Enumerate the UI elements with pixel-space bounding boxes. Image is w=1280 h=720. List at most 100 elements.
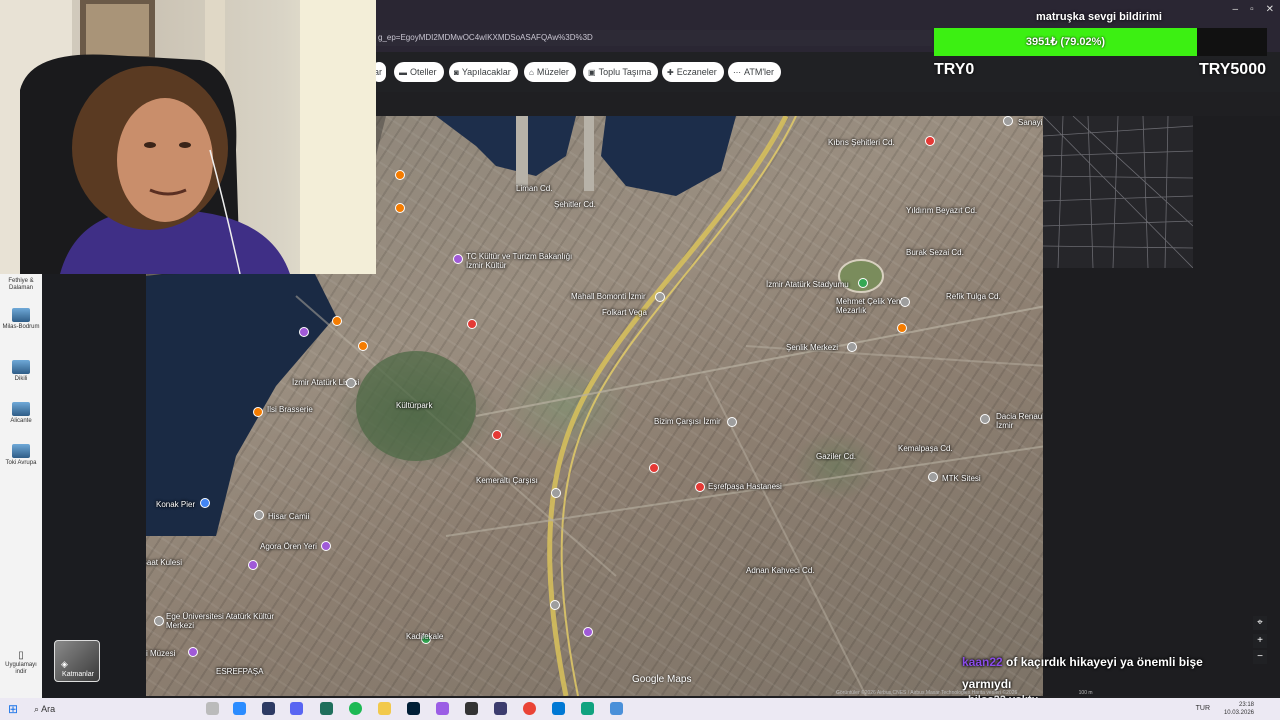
restaurant-pin-icon[interactable] (395, 170, 405, 180)
saved-place-item[interactable]: Toki Avrupa (2, 444, 40, 467)
chip-pharmacies[interactable]: ✚ Eczaneler (662, 62, 724, 82)
donation-goal-title: matruşka sevgi bildirimi (1036, 11, 1162, 23)
place-pin-icon[interactable] (1003, 116, 1013, 126)
chip-transit[interactable]: ▣ Toplu Taşıma (583, 62, 659, 82)
zoom-out-button[interactable]: − (1253, 650, 1267, 664)
street-lines-minimap (1043, 116, 1193, 268)
school-pin-icon[interactable] (346, 378, 356, 388)
saved-place-item[interactable]: Alicante (2, 402, 40, 425)
museum-pin-icon[interactable] (453, 254, 463, 264)
hospital-pin-icon[interactable] (467, 319, 477, 329)
map-label: Mehmet Çelik Yeni Mezarlık (836, 297, 903, 315)
discord-icon[interactable] (290, 702, 303, 715)
window-controls: – ▫ ✕ (1233, 4, 1275, 15)
app-icon[interactable] (465, 702, 478, 715)
saved-places-strip: Fethiye & Dalaman Milas-Bodrum Dikili Al… (0, 274, 42, 698)
layers-button[interactable]: ◈ Katmanlar (54, 640, 100, 682)
zoom-in-button[interactable]: + (1253, 634, 1267, 648)
file-explorer-icon[interactable] (378, 702, 391, 715)
app-icon[interactable] (262, 702, 275, 715)
map-label: Bizim Çarşısı İzmir (654, 417, 721, 426)
mosque-pin-icon[interactable] (254, 510, 264, 520)
car-service-pin-icon[interactable] (980, 414, 990, 424)
museum-pin-icon[interactable] (583, 627, 593, 637)
edge-icon[interactable] (233, 702, 246, 715)
windows-start-icon[interactable]: ⊞ (8, 702, 22, 716)
restaurant-pin-icon[interactable] (897, 323, 907, 333)
stadium-pin-icon[interactable] (858, 278, 868, 288)
app-icon[interactable] (436, 702, 449, 715)
layers-icon: ◈ (61, 659, 68, 669)
school-pin-icon[interactable] (154, 616, 164, 626)
map-label: Kültürpark (396, 401, 433, 410)
shopping-pin-icon[interactable] (551, 488, 561, 498)
spotify-icon[interactable] (349, 702, 362, 715)
app-icon[interactable] (494, 702, 507, 715)
search-icon: ⌕ (34, 704, 40, 714)
chip-museums[interactable]: ⌂ Müzeler (524, 62, 576, 82)
app-icon[interactable] (552, 702, 565, 715)
place-pin-icon[interactable] (550, 600, 560, 610)
minimize-button[interactable]: – (1233, 4, 1239, 15)
museum-pin-icon[interactable] (188, 647, 198, 657)
place-pin-icon[interactable] (847, 342, 857, 352)
hospital-pin-icon[interactable] (649, 463, 659, 473)
chip-atms[interactable]: ⋯ ATM'ler (728, 62, 782, 82)
map-label: İzmir Saat Kulesi (146, 558, 183, 567)
map-label: Ege Üniversitesi Atatürk Kültür Merkezi (166, 612, 275, 630)
map-label: Liman Cd. (516, 184, 553, 193)
task-view-icon[interactable] (206, 702, 219, 715)
app-icon[interactable] (581, 702, 594, 715)
chat-message: kaan22 of kaçırdık hikayeyi ya önemli bi… (962, 651, 1252, 695)
restaurant-pin-icon[interactable] (395, 203, 405, 213)
bed-icon: ▬ (399, 67, 407, 77)
shopping-pin-icon[interactable] (727, 417, 737, 427)
restaurant-pin-icon[interactable] (332, 316, 342, 326)
landmark-pin-icon[interactable] (248, 560, 258, 570)
google-maps-watermark: Google Maps (632, 674, 692, 685)
chip-things-to-do[interactable]: ◙ Yapılacaklar (449, 62, 518, 82)
hospital-pin-icon[interactable] (492, 430, 502, 440)
ferry-pin-icon[interactable] (200, 498, 210, 508)
place-pin-icon[interactable] (900, 297, 910, 307)
desktop: g_ep=EgoyMDI2MDMwOC4wIKXMDSoASAFQAw%3D%3… (0, 0, 1280, 698)
transit-icon: ▣ (588, 67, 596, 77)
donation-progress-bar: 3951₺ (79.02%) (934, 28, 1267, 56)
chip-hotels[interactable]: ▬ Oteller (394, 62, 444, 82)
map-label: Kıbrıs Şehitleri Cd. (828, 138, 895, 147)
shopping-pin-icon[interactable] (655, 292, 665, 302)
my-location-button[interactable]: ⌖ (1253, 616, 1267, 630)
map-attribution: Görüntüler ©2026 Airbus,CNES / Airbus,Ma… (836, 690, 1093, 696)
museum-pin-icon[interactable] (321, 541, 331, 551)
restaurant-pin-icon[interactable] (358, 341, 368, 351)
close-button[interactable]: ✕ (1266, 4, 1274, 15)
address-bar[interactable]: g_ep=EgoyMDI2MDMwOC4wIKXMDSoASAFQAw%3D%3… (376, 30, 932, 46)
hospital-pin-icon[interactable] (695, 482, 705, 492)
place-thumbnail (12, 308, 30, 322)
map-label: Refik Tulga Cd. (946, 292, 1001, 301)
restaurant-pin-icon[interactable] (253, 407, 263, 417)
saved-place-item[interactable]: Fethiye & Dalaman (2, 278, 40, 292)
map-label: İzmir Atatürk Stadyumu (766, 280, 849, 289)
saved-place-item[interactable]: Milas-Bodrum (2, 308, 40, 331)
place-thumbnail (12, 360, 30, 374)
system-clock[interactable]: 23:18 10.03.2026 (1224, 701, 1254, 717)
map-label: ESREFPAŞA (216, 667, 264, 676)
download-app-button[interactable]: ▯ Uygulamayı indir (2, 650, 40, 676)
map-label: Eşrefpaşa Hastanesi (708, 482, 782, 491)
donation-target-amount: TRY5000 (1199, 61, 1266, 78)
taskbar-search[interactable]: ⌕ Ara (34, 701, 194, 717)
phone-icon: ▯ (18, 650, 24, 661)
museum-pin-icon[interactable] (299, 327, 309, 337)
place-thumbnail (12, 402, 30, 416)
input-language[interactable]: TUR (1196, 705, 1210, 712)
app-icon[interactable] (610, 702, 623, 715)
place-pin-icon[interactable] (928, 472, 938, 482)
chrome-icon[interactable] (523, 702, 536, 715)
saved-place-item[interactable]: Dikili (2, 360, 40, 383)
hospital-pin-icon[interactable] (925, 136, 935, 146)
app-icon[interactable] (320, 702, 333, 715)
webcam-feed (0, 0, 376, 274)
photoshop-icon[interactable] (407, 702, 420, 715)
maximize-button[interactable]: ▫ (1250, 4, 1254, 15)
